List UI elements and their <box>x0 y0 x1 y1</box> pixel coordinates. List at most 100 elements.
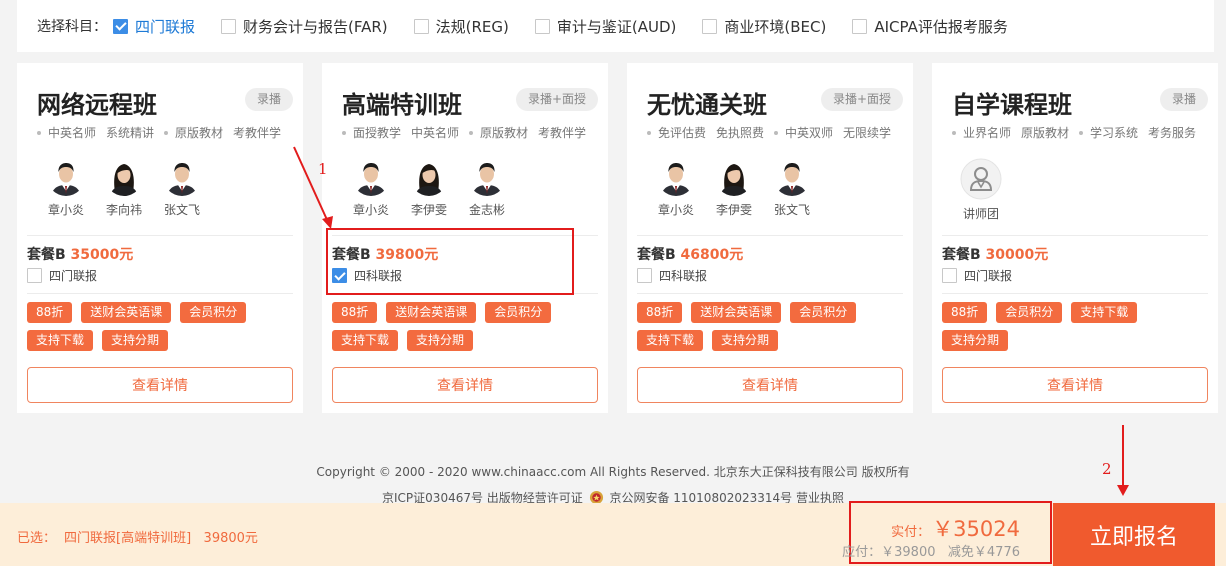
subject-option-four[interactable]: 四门联报 <box>113 16 195 37</box>
card-features: 面授教学 中英名师 原版教材 考教伴学 <box>342 124 600 141</box>
selected-summary: 已选： 四门联报[高端特训班] 39800元 <box>17 527 258 546</box>
badge: 88折 <box>942 302 988 323</box>
payable-amount: 应付：￥39800 <box>842 545 936 560</box>
view-details-button[interactable]: 查看详情 <box>942 367 1208 403</box>
teacher-name: 讲师团 <box>962 207 999 221</box>
checkbox-icon[interactable] <box>942 268 957 283</box>
teacher[interactable]: 章小炎 <box>647 158 705 218</box>
feature-item: 面授教学 <box>342 124 401 141</box>
teacher[interactable]: 李伊雯 <box>705 158 763 218</box>
checkbox-icon[interactable] <box>413 18 429 34</box>
course-card-remote: 网络远程班 录播 中英名师 系统精讲 原版教材 考教伴学 章小炎 李向祎 张文飞… <box>17 63 303 413</box>
badge: 会员积分 <box>180 302 247 323</box>
teacher-name: 李伊雯 <box>715 203 752 217</box>
teacher[interactable]: 讲师团 <box>952 158 1010 222</box>
badge-list: 88折 送财会英语课 会员积分 支持下载 支持分期 <box>332 302 602 358</box>
checkbox-icon[interactable] <box>852 18 868 34</box>
divider <box>637 293 903 294</box>
badge: 88折 <box>27 302 73 323</box>
view-details-button[interactable]: 查看详情 <box>332 367 598 403</box>
divider <box>942 293 1208 294</box>
teacher-avatar <box>773 158 811 196</box>
feature-item: 原版教材 <box>1021 126 1070 140</box>
badge-list: 88折 送财会英语课 会员积分 支持下载 支持分期 <box>637 302 907 358</box>
divider <box>27 235 293 236</box>
teacher-name: 张文飞 <box>773 203 810 217</box>
view-details-button[interactable]: 查看详情 <box>637 367 903 403</box>
course-card-worry-free: 无忧通关班 录播+面授 免评估费 免执照费 中英双师 无限续学 章小炎 李伊雯 … <box>627 63 913 413</box>
teacher[interactable]: 金志彬 <box>458 158 516 218</box>
combo-label: 四门联报 <box>49 269 98 283</box>
badge: 88折 <box>637 302 683 323</box>
price-value: 35000元 <box>70 247 134 263</box>
badge: 支持下载 <box>27 330 94 351</box>
subject-option-label: 法规(REG) <box>435 17 509 36</box>
feature-item: 考教伴学 <box>538 126 587 140</box>
subject-option-label: 审计与鉴证(AUD) <box>556 17 677 36</box>
checkbox-icon[interactable] <box>637 268 652 283</box>
teacher-group-icon <box>960 158 1002 200</box>
teacher-avatar <box>47 158 85 196</box>
subject-option-reg[interactable]: 法规(REG) <box>413 16 509 37</box>
price-value: 30000元 <box>985 247 1049 263</box>
card-tag: 录播+面授 <box>515 88 598 111</box>
checkbox-icon[interactable] <box>27 268 42 283</box>
subject-option-far[interactable]: 财务会计与报告(FAR) <box>221 16 388 37</box>
teacher-avatar <box>410 158 448 196</box>
subject-label: 选择科目： <box>37 19 107 35</box>
teacher[interactable]: 章小炎 <box>342 158 400 218</box>
teacher-avatar <box>105 158 143 196</box>
badge: 支持分期 <box>942 330 1009 351</box>
teacher[interactable]: 章小炎 <box>37 158 95 218</box>
teacher[interactable]: 李伊雯 <box>400 158 458 218</box>
feature-item: 无限续学 <box>843 126 892 140</box>
package-price: 套餐B 46800元 <box>637 247 744 263</box>
teacher[interactable]: 张文飞 <box>763 158 821 218</box>
actual-amount: ￥35024 <box>932 517 1020 541</box>
badge: 支持下载 <box>637 330 704 351</box>
teacher[interactable]: 张文飞 <box>153 158 211 218</box>
subject-option-aicpa[interactable]: AICPA评估报考服务 <box>852 16 1008 37</box>
checkbox-checked-icon[interactable] <box>113 18 128 34</box>
annotation-number-2: 2 <box>1102 460 1112 478</box>
subject-option-aud[interactable]: 审计与鉴证(AUD) <box>534 16 677 37</box>
combo-option[interactable]: 四科联报 <box>637 267 707 284</box>
teacher-name: 李伊雯 <box>410 203 447 217</box>
badge: 支持分期 <box>712 330 779 351</box>
actual-payment: 实付：￥35024 <box>891 517 1020 541</box>
payment-summary: 实付：￥35024 应付：￥39800 减免￥4776 <box>842 501 1052 564</box>
checkbox-icon[interactable] <box>221 18 237 34</box>
view-details-button[interactable]: 查看详情 <box>27 367 293 403</box>
teacher-avatar <box>468 158 506 196</box>
badge-list: 88折 送财会英语课 会员积分 支持下载 支持分期 <box>27 302 297 358</box>
card-tag: 录播+面授 <box>820 88 903 111</box>
feature-item: 免执照费 <box>716 126 765 140</box>
feature-item: 免评估费 <box>647 124 706 141</box>
teacher-name: 李向祎 <box>105 203 142 217</box>
teacher[interactable]: 李向祎 <box>95 158 153 218</box>
subject-option-label: 四门联报 <box>135 17 196 36</box>
package-price: 套餐B 30000元 <box>942 247 1049 263</box>
teacher-list: 讲师团 <box>952 158 1010 222</box>
annotation-highlight-box <box>326 228 574 295</box>
combo-option[interactable]: 四门联报 <box>27 267 97 284</box>
course-card-self-study: 自学课程班 录播 业界名师 原版教材 学习系统 考务服务 讲师团 套餐B 300… <box>932 63 1218 413</box>
card-features: 免评估费 免执照费 中英双师 无限续学 <box>647 124 905 141</box>
teacher-name: 章小炎 <box>47 203 84 217</box>
checkbox-icon[interactable] <box>702 18 718 34</box>
feature-item: 考教伴学 <box>233 126 282 140</box>
badge: 支持分期 <box>407 330 474 351</box>
badge: 支持下载 <box>1071 302 1138 323</box>
badge: 送财会英语课 <box>81 302 172 323</box>
checkbox-icon[interactable] <box>534 18 550 34</box>
combo-label: 四科联报 <box>659 269 708 283</box>
teacher-name: 章小炎 <box>657 203 694 217</box>
enroll-now-button[interactable]: 立即报名 <box>1053 503 1215 566</box>
card-title: 网络远程班 <box>37 91 157 119</box>
combo-label: 四门联报 <box>964 269 1013 283</box>
teacher-name: 金志彬 <box>468 203 505 217</box>
teacher-avatar <box>715 158 753 196</box>
subject-option-bec[interactable]: 商业环境(BEC) <box>702 16 826 37</box>
combo-option[interactable]: 四门联报 <box>942 267 1012 284</box>
feature-item: 中英名师 <box>37 124 96 141</box>
